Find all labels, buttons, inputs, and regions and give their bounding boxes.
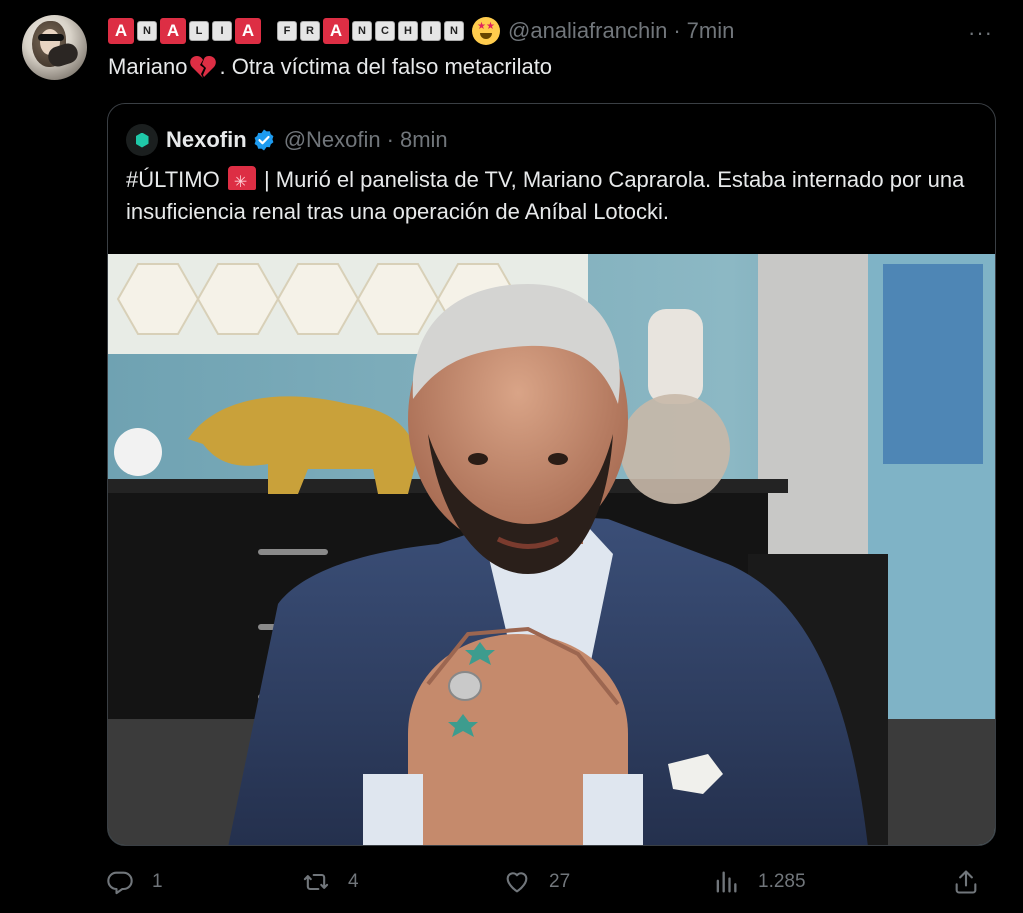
reply-icon	[107, 871, 133, 895]
name-tile: N	[352, 21, 372, 41]
name-tile: I	[421, 21, 441, 41]
share-button[interactable]	[952, 868, 980, 896]
name-tile: C	[375, 21, 395, 41]
reply-count: 1	[152, 871, 163, 892]
name-tile: R	[300, 21, 320, 41]
views-count: 1.285	[758, 871, 806, 892]
tweet-photo[interactable]	[108, 254, 995, 845]
quoted-tweet-timestamp[interactable]: 8min	[400, 127, 448, 153]
star-struck-emoji-icon	[472, 17, 500, 45]
name-tile: A	[160, 18, 186, 44]
heart-icon	[506, 872, 528, 893]
display-name[interactable]: A N A L I A F R A N C H I N	[108, 18, 464, 44]
name-tile: A	[323, 18, 349, 44]
quoted-tweet-header: Nexofin @Nexofin · 8min	[126, 124, 448, 156]
name-tile: F	[277, 21, 297, 41]
hashtag-link[interactable]: #ÚLTIMO	[126, 167, 220, 192]
retweet-button[interactable]: 4	[302, 868, 359, 896]
name-tile: L	[189, 21, 209, 41]
retweet-icon	[303, 873, 329, 891]
reply-button[interactable]: 1	[106, 868, 163, 896]
share-icon	[955, 870, 977, 894]
name-tile: N	[444, 21, 464, 41]
quoted-tweet-card[interactable]: Nexofin @Nexofin · 8min #ÚLTIMO | Murió …	[107, 103, 996, 846]
separator-dot: ·	[386, 127, 394, 152]
analytics-icon	[716, 871, 737, 893]
quoted-author-name[interactable]: Nexofin	[166, 127, 247, 153]
name-tile: H	[398, 21, 418, 41]
verified-badge-icon	[254, 129, 274, 151]
like-button[interactable]: 27	[503, 868, 570, 896]
views-button[interactable]: 1.285	[712, 868, 806, 896]
name-tile: N	[137, 21, 157, 41]
quoted-author-handle[interactable]: @Nexofin	[284, 127, 381, 153]
tweet-text: Mariano . Otra víctima del falso metacri…	[108, 54, 552, 80]
tweet-text-start: Mariano	[108, 54, 188, 79]
name-tile: I	[212, 21, 232, 41]
tweet-header: A N A L I A F R A N C H I N @analiafranc…	[108, 16, 734, 46]
siren-emoji-icon	[227, 166, 256, 199]
tweet-text-end: . Otra víctima del falso metacrilato	[219, 54, 553, 79]
broken-heart-emoji-icon	[189, 54, 217, 80]
name-tile: A	[108, 18, 134, 44]
separator-dot: ·	[673, 18, 681, 43]
name-tile: A	[235, 18, 261, 44]
like-count: 27	[549, 871, 571, 892]
tweet-action-bar: 1 4 27 1.285	[0, 862, 1023, 902]
author-handle[interactable]: @analiafranchin	[508, 18, 667, 44]
retweet-count: 4	[348, 871, 359, 892]
author-avatar[interactable]	[22, 15, 87, 80]
tweet-timestamp[interactable]: 7min	[687, 18, 735, 44]
more-options-button[interactable]: ···	[968, 20, 993, 46]
quoted-author-avatar[interactable]	[126, 124, 158, 156]
quoted-tweet-text: #ÚLTIMO | Murió el panelista de TV, Mari…	[126, 164, 986, 228]
